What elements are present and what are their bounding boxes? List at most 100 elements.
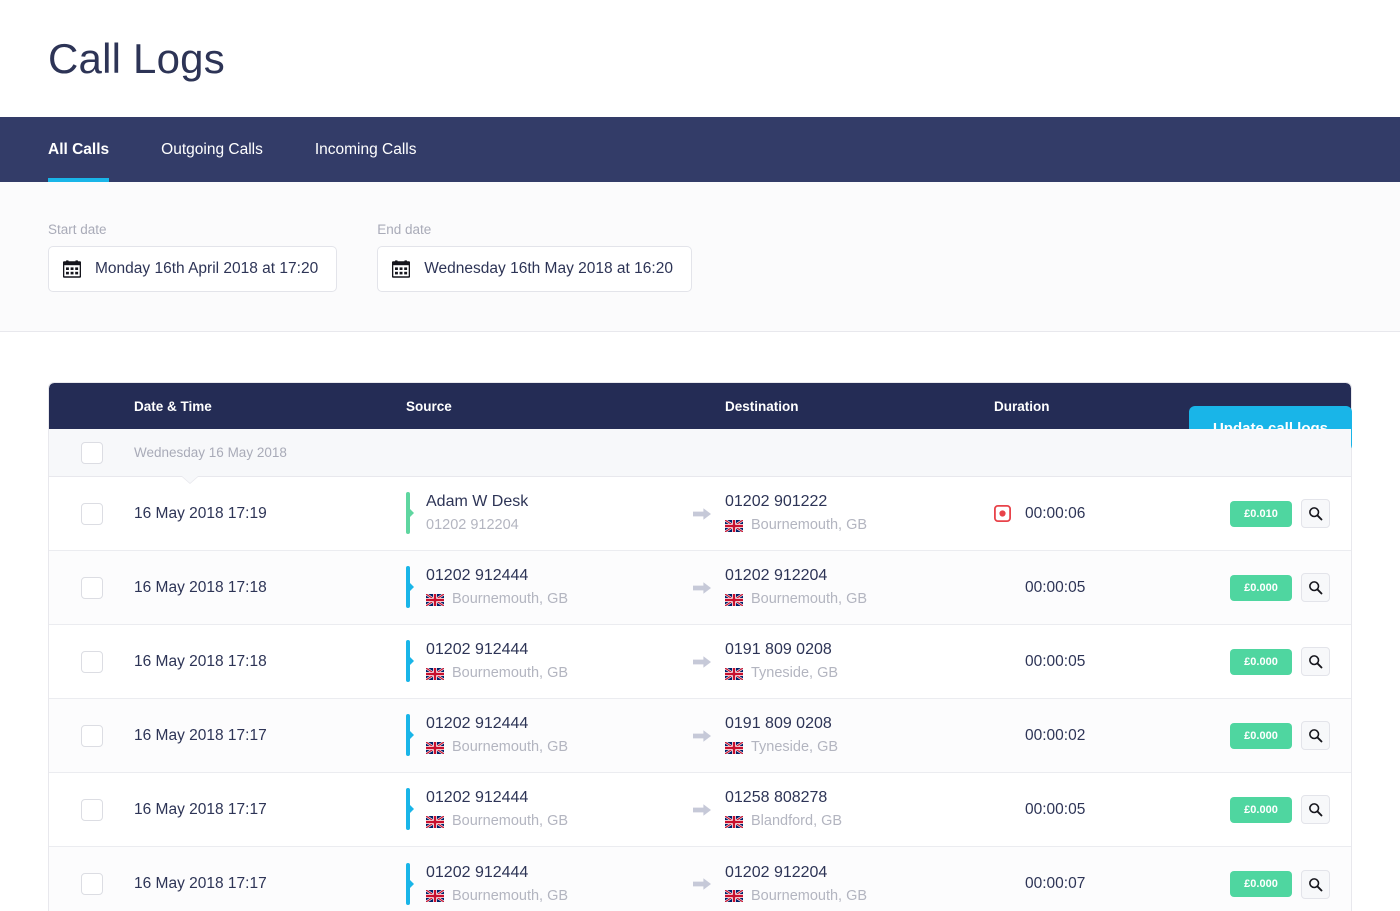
cell-actions: £0.000	[1190, 647, 1351, 676]
row-checkbox[interactable]	[80, 798, 103, 821]
row-datetime: 16 May 2018 17:17	[134, 875, 267, 892]
source-sub-text: 01202 912204	[426, 517, 519, 534]
row-datetime: 16 May 2018 17:17	[134, 726, 267, 744]
cell-datetime: 16 May 2018 17:17	[134, 727, 406, 745]
uk-flag-icon	[725, 667, 743, 680]
start-date-value: Monday 16th April 2018 at 17:20	[95, 259, 319, 277]
table-row[interactable]: 16 May 2018 17:17 01202 912444 Bournemou…	[49, 847, 1351, 911]
source-sub-text: Bournemouth, GB	[452, 813, 569, 830]
source-party: 01202 912444 Bournemouth, GB	[406, 862, 679, 905]
destination-sub: Blandford, GB	[725, 812, 994, 830]
destination-sub: Tyneside, GB	[725, 664, 994, 682]
end-date-input[interactable]: Wednesday 16th May 2018 at 16:20	[377, 245, 692, 292]
source-sub-text: Bournemouth, GB	[452, 665, 569, 682]
source-sub-text: Bournemouth, GB	[452, 887, 569, 904]
cell-destination: 0191 809 0208 Tyneside, GB	[725, 640, 994, 682]
direction-bar	[406, 714, 414, 757]
source-main: 01202 912444	[426, 715, 529, 733]
row-checkbox[interactable]	[80, 724, 103, 747]
group-select-cell	[49, 441, 134, 464]
duration-wrap: 00:00:07	[994, 875, 1190, 893]
group-checkbox[interactable]	[80, 441, 103, 464]
call-logs-table-container: Date & Time Source Destination Duration …	[0, 382, 1400, 911]
cell-actions: £0.000	[1190, 869, 1351, 899]
row-datetime: 16 May 2018 17:19	[134, 504, 267, 522]
tab-incoming-calls[interactable]: Incoming Calls	[315, 117, 417, 182]
cell-direction-arrow	[679, 651, 725, 673]
row-checkbox[interactable]	[80, 576, 103, 599]
source-sub: 01202 912204	[426, 516, 528, 534]
destination-body: 0191 809 0208 Tyneside, GB	[725, 640, 994, 682]
start-date-label: Start date	[48, 221, 107, 237]
source-party: 01202 912444 Bournemouth, GB	[406, 788, 679, 831]
search-icon	[1309, 803, 1323, 817]
tab-outgoing-calls[interactable]: Outgoing Calls	[161, 117, 263, 182]
destination-main: 01202 912204	[725, 863, 828, 881]
row-checkbox[interactable]	[80, 502, 103, 525]
source-sub: Bournemouth, GB	[426, 664, 568, 682]
table-row[interactable]: 16 May 2018 17:19 Adam W Desk 01202 9122…	[49, 477, 1351, 551]
arrow-right-icon	[693, 729, 711, 742]
cell-direction-arrow	[679, 873, 725, 895]
cell-direction-arrow	[679, 577, 725, 599]
arrow-right-icon	[693, 507, 711, 520]
tab-all-calls[interactable]: All Calls	[48, 117, 110, 182]
cell-datetime: 16 May 2018 17:18	[134, 579, 406, 597]
row-inspect-button[interactable]	[1301, 573, 1330, 602]
end-date-value: Wednesday 16th May 2018 at 16:20	[424, 259, 673, 277]
destination-sub-text: Blandford, GB	[751, 813, 843, 830]
table-row[interactable]: 16 May 2018 17:17 01202 912444 Bournemou…	[49, 773, 1351, 847]
arrow-right-icon	[693, 878, 711, 890]
row-checkbox[interactable]	[80, 873, 103, 895]
call-logs-table: Date & Time Source Destination Duration …	[48, 382, 1352, 911]
cell-duration: 00:00:05	[994, 653, 1190, 671]
table-row[interactable]: 16 May 2018 17:18 01202 912444 Bournemou…	[49, 625, 1351, 699]
source-party: 01202 912444 Bournemouth, GB	[406, 714, 679, 757]
cell-direction-arrow	[679, 503, 725, 525]
cell-duration: 00:00:06	[994, 505, 1190, 523]
cell-direction-arrow	[679, 725, 725, 747]
row-inspect-button[interactable]	[1301, 499, 1330, 528]
cell-destination: 01202 912204 Bournemouth, GB	[725, 863, 994, 905]
price-badge: £0.000	[1230, 871, 1292, 897]
destination-sub: Tyneside, GB	[725, 738, 994, 756]
source-main: 01202 912444	[426, 567, 529, 585]
uk-flag-icon	[725, 890, 743, 902]
row-duration: 00:00:06	[1025, 504, 1086, 522]
source-sub: Bournemouth, GB	[426, 738, 568, 756]
row-select-cell	[49, 576, 134, 599]
row-inspect-button[interactable]	[1301, 647, 1330, 676]
table-row[interactable]: 16 May 2018 17:17 01202 912444 Bournemou…	[49, 699, 1351, 773]
column-header-source: Source	[406, 398, 452, 414]
row-inspect-button[interactable]	[1301, 795, 1330, 824]
cell-source: 01202 912444 Bournemouth, GB	[406, 566, 679, 609]
source-party: Adam W Desk 01202 912204	[406, 492, 679, 535]
cell-direction-arrow	[679, 799, 725, 821]
table-row[interactable]: 16 May 2018 17:18 01202 912444 Bournemou…	[49, 551, 1351, 625]
row-select-cell	[49, 873, 134, 895]
duration-wrap: 00:00:05	[994, 579, 1190, 597]
duration-wrap: 00:00:05	[994, 653, 1190, 671]
row-inspect-button[interactable]	[1301, 869, 1330, 899]
source-body: 01202 912444 Bournemouth, GB	[426, 863, 568, 905]
destination-body: 01202 901222 Bournemouth, GB	[725, 492, 994, 534]
destination-main: 01258 808278	[725, 789, 828, 807]
destination-body: 01258 808278 Blandford, GB	[725, 788, 994, 830]
source-body: 01202 912444 Bournemouth, GB	[426, 714, 568, 756]
cell-datetime: 16 May 2018 17:17	[134, 875, 406, 893]
source-body: Adam W Desk 01202 912204	[426, 492, 528, 534]
destination-sub: Bournemouth, GB	[725, 590, 994, 608]
row-checkbox[interactable]	[80, 650, 103, 673]
calendar-icon	[63, 259, 81, 278]
start-date-input[interactable]: Monday 16th April 2018 at 17:20	[48, 245, 338, 292]
arrow-right-icon	[693, 581, 711, 594]
row-duration: 00:00:05	[1025, 652, 1086, 670]
row-datetime: 16 May 2018 17:18	[134, 578, 267, 596]
row-inspect-button[interactable]	[1301, 721, 1330, 750]
destination-sub: Bournemouth, GB	[725, 516, 994, 534]
direction-bar	[406, 492, 414, 535]
tab-incoming-calls-label: Incoming Calls	[314, 140, 417, 158]
price-badge: £0.000	[1230, 722, 1292, 749]
duration-wrap: 00:00:05	[994, 801, 1190, 819]
page-header: Call Logs	[0, 0, 1400, 117]
